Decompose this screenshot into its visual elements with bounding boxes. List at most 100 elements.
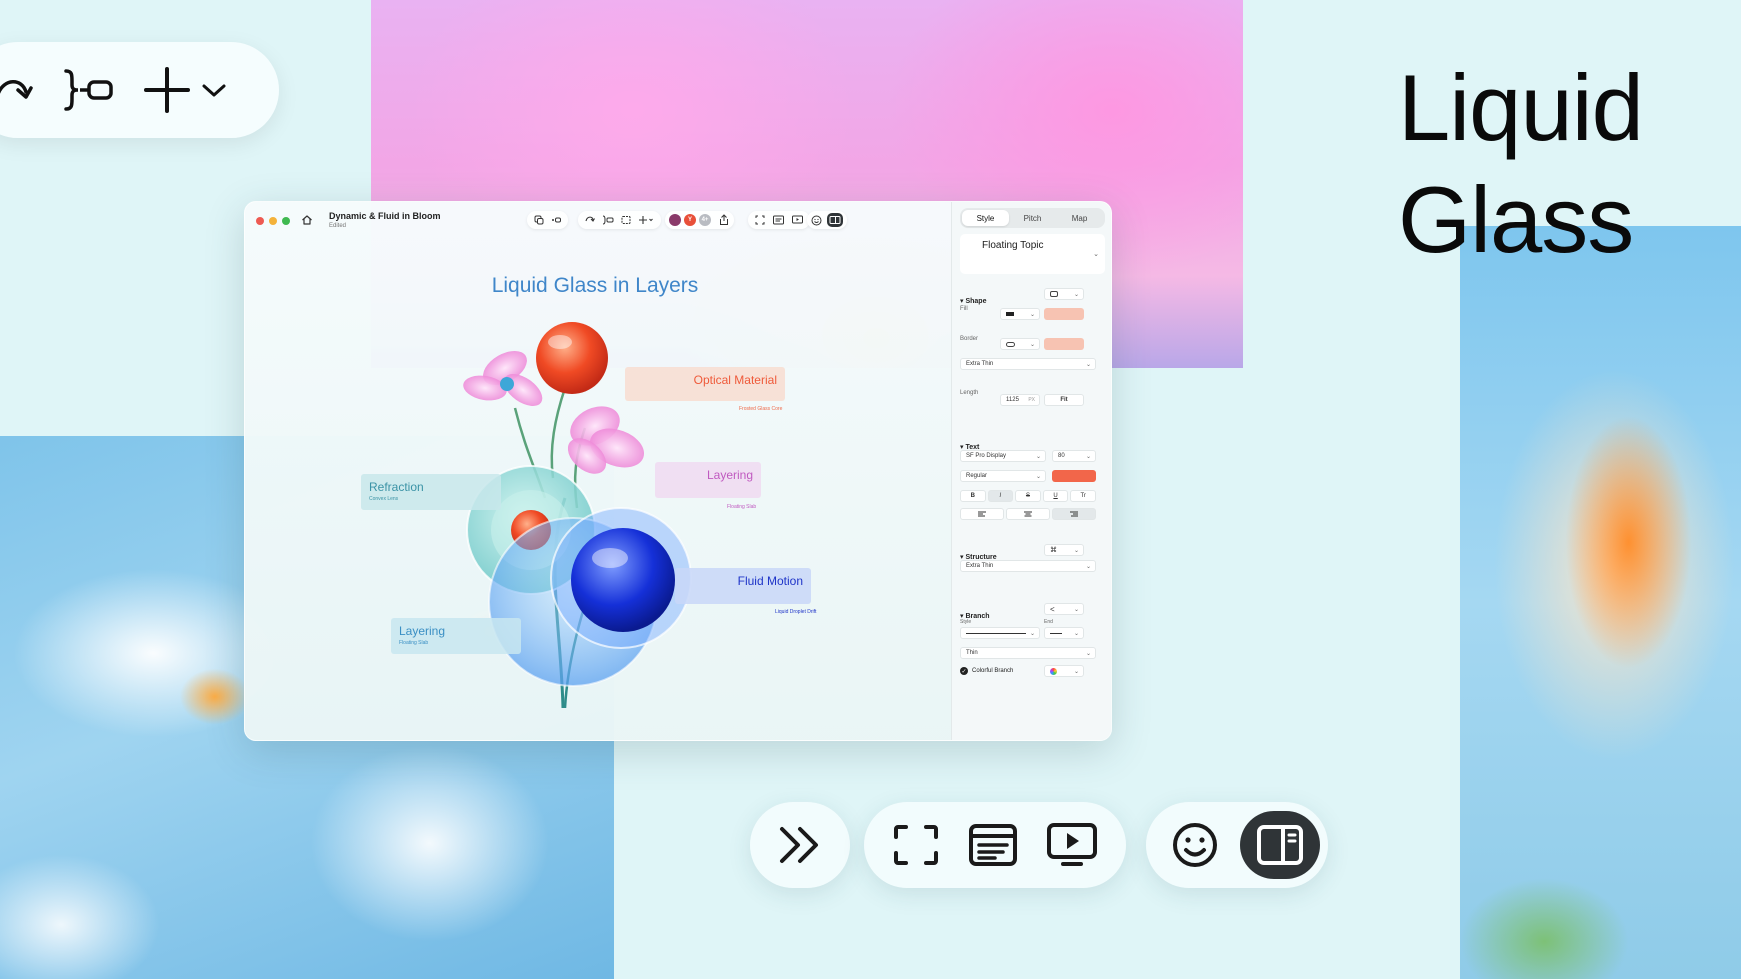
avatar-more[interactable]: 4+: [699, 214, 711, 226]
align-right-icon: [1070, 511, 1078, 517]
present-button[interactable]: [1047, 823, 1097, 867]
shape-select[interactable]: ⌄: [1044, 288, 1084, 300]
format-panel-button[interactable]: [1240, 811, 1320, 879]
focus-small-icon[interactable]: [755, 215, 765, 225]
focus-icon: [894, 825, 938, 865]
colorful-branch-label: Colorful Branch: [972, 668, 1014, 674]
align-right-button[interactable]: [1052, 508, 1096, 520]
tab-pitch[interactable]: Pitch: [1009, 210, 1056, 226]
font-weight-select[interactable]: Regular ⌄: [960, 470, 1046, 482]
focus-mode-button[interactable]: [893, 825, 939, 865]
copy-style-icon[interactable]: [534, 215, 544, 225]
minimize-window-button[interactable]: [269, 217, 277, 225]
emoji-small-icon[interactable]: [811, 215, 822, 226]
tab-style[interactable]: Style: [962, 210, 1009, 226]
present-small-icon[interactable]: [792, 215, 803, 225]
view-mode-group: [864, 802, 1126, 888]
underline-button[interactable]: U: [1042, 490, 1069, 502]
strikethrough-button[interactable]: S: [1015, 490, 1041, 502]
border-weight-value: Extra Thin: [966, 361, 994, 367]
floating-toolbar: [0, 42, 279, 138]
alignment-buttons: [960, 508, 1096, 520]
avatar[interactable]: Y: [684, 214, 696, 226]
edit-toolbar: [527, 211, 568, 229]
fill-solid-icon: [1006, 312, 1014, 316]
border-color-swatch[interactable]: [1044, 338, 1084, 350]
branch-shape-icon: <: [1050, 604, 1055, 614]
topic-layering-right[interactable]: Layering: [655, 462, 761, 498]
border-weight-select[interactable]: Extra Thin ⌄: [960, 358, 1096, 370]
italic-button[interactable]: I: [987, 490, 1014, 502]
home-icon[interactable]: [301, 214, 313, 226]
collapse-sidebar-button[interactable]: [776, 823, 824, 867]
branch-shape-select[interactable]: < ⌄: [1044, 603, 1084, 615]
branch-section: ▾ Branch < ⌄ Style End ⌄ ⌄ Thin ⌄ ✓ Colorf…: [960, 603, 1106, 695]
boundary-icon[interactable]: [621, 215, 631, 225]
outline-view-button[interactable]: [969, 824, 1017, 866]
add-small-icon[interactable]: [638, 215, 654, 225]
topic-layering-left[interactable]: Layering Floating Slab: [391, 618, 521, 654]
structure-weight-select[interactable]: Extra Thin ⌄: [960, 560, 1096, 572]
sticker-button[interactable]: [1172, 822, 1218, 868]
mind-map-canvas[interactable]: Liquid Glass in Layers Optical Material …: [245, 238, 945, 740]
length-input[interactable]: 1125 PX: [1000, 394, 1040, 406]
checkbox-checked-icon[interactable]: ✓: [960, 667, 968, 675]
branch-weight-value: Thin: [966, 650, 978, 656]
colorful-branch-toggle[interactable]: ✓ Colorful Branch: [960, 667, 1013, 675]
tab-map[interactable]: Map: [1056, 210, 1103, 226]
emoji-icon: [1173, 823, 1217, 867]
add-topic-button[interactable]: [142, 65, 228, 115]
close-window-button[interactable]: [256, 217, 264, 225]
summary-button[interactable]: [60, 67, 116, 113]
topic-label: Layering: [706, 468, 753, 482]
text-section: ▾ Text SF Pro Display ⌄ 80 ⌄ Regular ⌄ B I …: [960, 436, 1106, 546]
align-center-icon: [1024, 511, 1032, 517]
redo-small-icon[interactable]: [585, 215, 595, 225]
bold-button[interactable]: B: [960, 490, 986, 502]
topic-label: Optical Material: [693, 373, 777, 387]
text-case-button[interactable]: Tr: [1070, 490, 1096, 502]
branch-weight-select[interactable]: Thin ⌄: [960, 647, 1096, 659]
topic-refraction[interactable]: Refraction Convex Lens: [361, 474, 501, 510]
background-flower-orange: [1460, 226, 1741, 979]
topic-style-selector[interactable]: Floating Topic ⌄: [960, 234, 1105, 274]
font-family-select[interactable]: SF Pro Display ⌄: [960, 450, 1046, 462]
branch-end-select[interactable]: ⌄: [1044, 627, 1084, 639]
central-topic[interactable]: Liquid Glass in Layers: [245, 274, 945, 298]
fill-type-select[interactable]: ⌄: [1000, 308, 1040, 320]
align-left-button[interactable]: [960, 508, 1004, 520]
line-end-icon: [1050, 632, 1062, 634]
align-center-button[interactable]: [1006, 508, 1050, 520]
zoom-window-button[interactable]: [282, 217, 290, 225]
font-size-select[interactable]: 80 ⌄: [1052, 450, 1096, 462]
topic-fluid-motion[interactable]: Fluid Motion: [675, 568, 811, 604]
sidebar-small-icon[interactable]: [827, 213, 843, 227]
structure-select[interactable]: ⌘ ⌄: [1044, 544, 1084, 556]
branch-line-style-select[interactable]: ⌄: [960, 627, 1040, 639]
line-style-icon: [966, 632, 1026, 634]
share-icon[interactable]: [718, 214, 730, 226]
section-heading: ▾ Shape: [960, 298, 987, 305]
fit-button[interactable]: Fit: [1044, 394, 1084, 406]
topic-optical-material[interactable]: Optical Material: [625, 367, 785, 401]
border-type-select[interactable]: ⌄: [1000, 338, 1040, 350]
relationship-icon[interactable]: [551, 215, 561, 225]
subtopic-label: Floating Slab: [727, 504, 757, 510]
panel-toolbar: [807, 211, 847, 229]
chevron-down-icon[interactable]: [200, 80, 228, 100]
branch-end-label: End: [1044, 619, 1053, 625]
summary-icon: [64, 69, 113, 111]
shape-icon: [1050, 291, 1058, 297]
text-color-swatch[interactable]: [1052, 470, 1096, 482]
color-wheel-icon: [1050, 667, 1057, 675]
outline-small-icon[interactable]: [773, 215, 784, 225]
summary-small-icon[interactable]: [602, 215, 614, 225]
subtopic-label: Convex Lens: [369, 496, 399, 502]
border-label: Border: [960, 336, 979, 342]
avatar[interactable]: [669, 214, 681, 226]
redo-button[interactable]: [0, 70, 34, 110]
text-style-buttons: B I S U Tr: [960, 490, 1096, 502]
align-left-icon: [978, 511, 986, 517]
branch-color-select[interactable]: ⌄: [1044, 665, 1084, 677]
fill-color-swatch[interactable]: [1044, 308, 1084, 320]
